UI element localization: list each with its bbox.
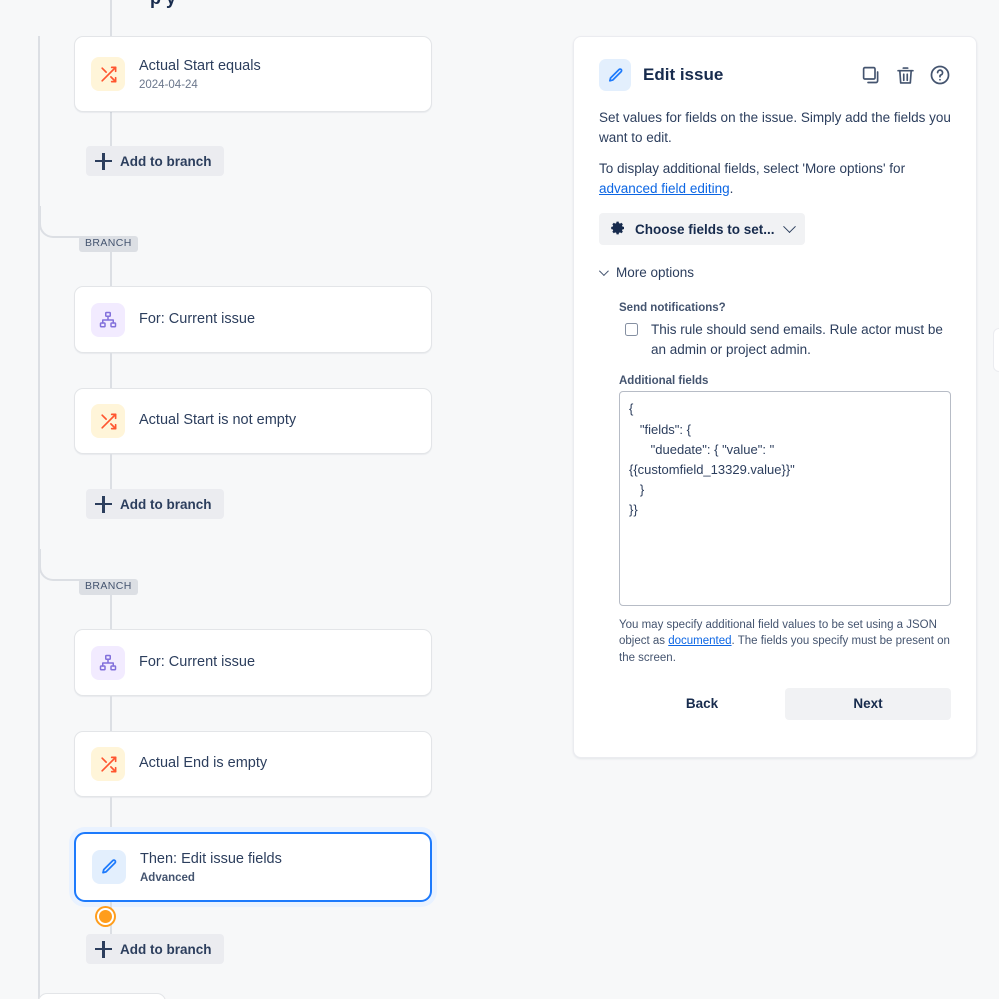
- choose-fields-label: Choose fields to set...: [635, 221, 775, 237]
- send-notifications-label: Send notifications?: [619, 302, 726, 315]
- cutoff-heading: p y: [150, 0, 176, 9]
- node-title: Actual End is empty: [139, 755, 268, 772]
- plus-icon: [95, 152, 112, 170]
- rule-node-branch-current-issue-2[interactable]: For: Current issue: [74, 629, 432, 696]
- condition-shuffle-icon: [91, 57, 125, 91]
- node-title: Then: Edit issue fields: [140, 851, 282, 868]
- choose-fields-dropdown[interactable]: Choose fields to set...: [599, 213, 805, 246]
- node-title: For: Current issue: [139, 653, 256, 670]
- panel-footer-buttons: Back Next: [619, 687, 951, 720]
- chevron-down-icon: [782, 220, 796, 233]
- gear-icon: [610, 220, 626, 239]
- panel-title: Edit issue: [643, 65, 724, 84]
- offscreen-panel-edge: [993, 328, 999, 372]
- trash-icon[interactable]: [895, 65, 916, 86]
- send-notifications-row: This rule should send emails. Rule actor…: [619, 320, 951, 359]
- documented-link[interactable]: documented: [668, 635, 731, 647]
- rule-node-condition-actual-start-equals[interactable]: Actual Start equals 2024-04-24: [74, 36, 432, 112]
- branch-line-3: [110, 454, 112, 489]
- app-root: p y Actual Start equals 2024-04-24 Add t…: [0, 0, 999, 999]
- branch-hierarchy-icon: [91, 302, 125, 337]
- more-options-toggle[interactable]: More options: [598, 265, 951, 281]
- panel-header: Edit issue: [599, 59, 951, 91]
- trunk-line-root: [38, 36, 40, 999]
- condition-shuffle-icon: [91, 404, 125, 438]
- node-text: For: Current issue: [139, 653, 255, 673]
- node-text: Actual Start is not empty: [139, 411, 296, 431]
- add-to-branch-label: Add to branch: [120, 941, 212, 957]
- node-text: Then: Edit issue fields Advanced: [140, 850, 282, 884]
- node-subtitle: 2024-04-24: [139, 78, 198, 91]
- add-to-branch-button-2[interactable]: Add to branch: [86, 489, 224, 519]
- next-button[interactable]: Next: [785, 687, 951, 720]
- additional-fields-label: Additional fields: [619, 375, 709, 388]
- condition-shuffle-icon: [91, 747, 125, 781]
- plus-icon: [95, 940, 112, 958]
- node-text: Actual Start equals 2024-04-24: [139, 57, 261, 91]
- additional-fields-textarea[interactable]: [619, 391, 951, 607]
- rule-node-condition-actual-start-not-empty[interactable]: Actual Start is not empty: [74, 388, 432, 454]
- trunk-line-top: [110, 0, 112, 36]
- add-to-branch-button-1[interactable]: Add to branch: [86, 146, 224, 176]
- send-notifications-text: This rule should send emails. Rule actor…: [651, 322, 943, 357]
- edit-issue-config-panel: Edit issue Set values for fields on the …: [573, 36, 977, 758]
- branch-tag-1: BRANCH: [79, 236, 138, 252]
- panel-instruction: To display additional fields, select 'Mo…: [599, 159, 951, 198]
- more-options-content: Send notifications? This rule should sen…: [599, 302, 951, 720]
- node-subtitle: Advanced: [140, 871, 195, 884]
- node-text: For: Current issue: [139, 310, 255, 330]
- branch-line-2: [110, 353, 112, 388]
- node-title: Actual Start equals: [139, 58, 261, 75]
- send-notifications-checkbox[interactable]: [625, 323, 638, 337]
- node-title: Actual Start is not empty: [139, 412, 297, 429]
- add-to-branch-button-3[interactable]: Add to branch: [86, 934, 224, 964]
- copy-icon[interactable]: [861, 65, 882, 86]
- rule-step-marker-dot: [97, 908, 114, 925]
- chevron-down-icon: [598, 266, 609, 277]
- branch-line-5: [110, 696, 112, 731]
- instruction-suffix: .: [729, 180, 734, 196]
- branch-line-6: [110, 797, 112, 832]
- rule-node-action-edit-issue-fields[interactable]: Then: Edit issue fields Advanced: [74, 832, 432, 902]
- edit-pencil-icon: [599, 59, 631, 91]
- edit-pencil-icon: [92, 850, 126, 884]
- rule-node-partial-bottom[interactable]: [38, 993, 166, 999]
- automation-rule-canvas: p y Actual Start equals 2024-04-24 Add t…: [0, 0, 560, 999]
- additional-fields-help: You may specify additional field values …: [619, 617, 951, 665]
- node-text: Actual End is empty: [139, 754, 267, 774]
- back-button[interactable]: Back: [619, 688, 785, 720]
- add-to-branch-label: Add to branch: [120, 496, 212, 512]
- branch-tag-2: BRANCH: [79, 579, 138, 595]
- help-icon[interactable]: [929, 64, 951, 86]
- instruction-prefix: To display additional fields, select 'Mo…: [599, 161, 906, 177]
- rule-node-condition-actual-end-empty[interactable]: Actual End is empty: [74, 731, 432, 797]
- plus-icon: [95, 495, 112, 513]
- panel-header-actions: [861, 64, 951, 86]
- node-title: For: Current issue: [139, 310, 256, 327]
- branch-elbow-2: [39, 549, 111, 581]
- panel-description: Set values for fields on the issue. Simp…: [599, 110, 951, 145]
- branch-elbow-1: [39, 206, 111, 238]
- more-options-label: More options: [616, 265, 695, 281]
- advanced-field-editing-link[interactable]: advanced field editing: [599, 181, 730, 196]
- add-to-branch-label: Add to branch: [120, 153, 212, 169]
- branch-hierarchy-icon: [91, 645, 125, 680]
- rule-node-branch-current-issue-1[interactable]: For: Current issue: [74, 286, 432, 353]
